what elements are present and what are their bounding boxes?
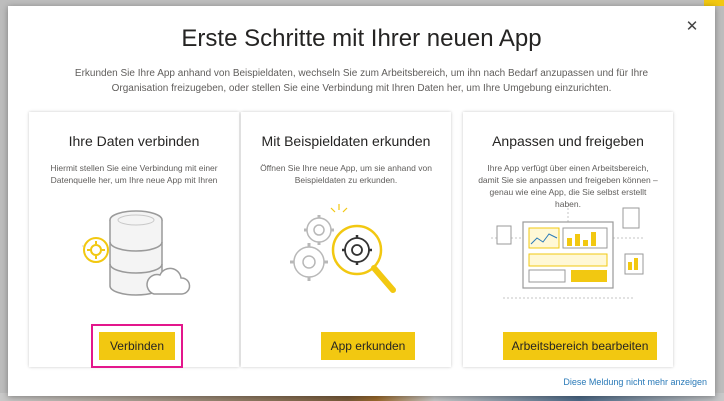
dialog-subtitle: Erkunden Sie Ihre App anhand von Beispie…	[74, 68, 649, 94]
card-customize-share: Anpassen und freigeben Ihre App verfügt …	[463, 112, 673, 367]
edit-workspace-button[interactable]: Arbeitsbereich bearbeiten	[503, 332, 657, 360]
card-explore-sample: Mit Beispieldaten erkunden Öffnen Sie Ih…	[241, 112, 451, 367]
card-description: Hiermit stellen Sie eine Verbindung mit …	[50, 163, 218, 185]
card-title: Anpassen und freigeben	[492, 133, 644, 149]
card-connect-data: Ihre Daten verbinden Hiermit stellen Sie…	[29, 112, 239, 368]
getting-started-dialog: ✕ Erste Schritte mit Ihrer neuen App Erk…	[8, 6, 715, 396]
dismiss-message-link[interactable]: Diese Meldung nicht mehr anzeigen	[563, 377, 707, 387]
explore-app-button[interactable]: App erkunden	[321, 332, 415, 360]
database-cloud-icon	[29, 198, 239, 308]
dashboard-icon	[463, 198, 673, 308]
card-title: Mit Beispieldaten erkunden	[261, 133, 431, 149]
card-description: Öffnen Sie Ihre neue App, um sie anhand …	[260, 163, 432, 185]
card-title: Ihre Daten verbinden	[68, 133, 200, 149]
dialog-title: Erste Schritte mit Ihrer neuen App	[181, 25, 542, 52]
gears-magnifier-icon	[241, 198, 451, 308]
connect-button[interactable]: Verbinden	[99, 332, 175, 360]
